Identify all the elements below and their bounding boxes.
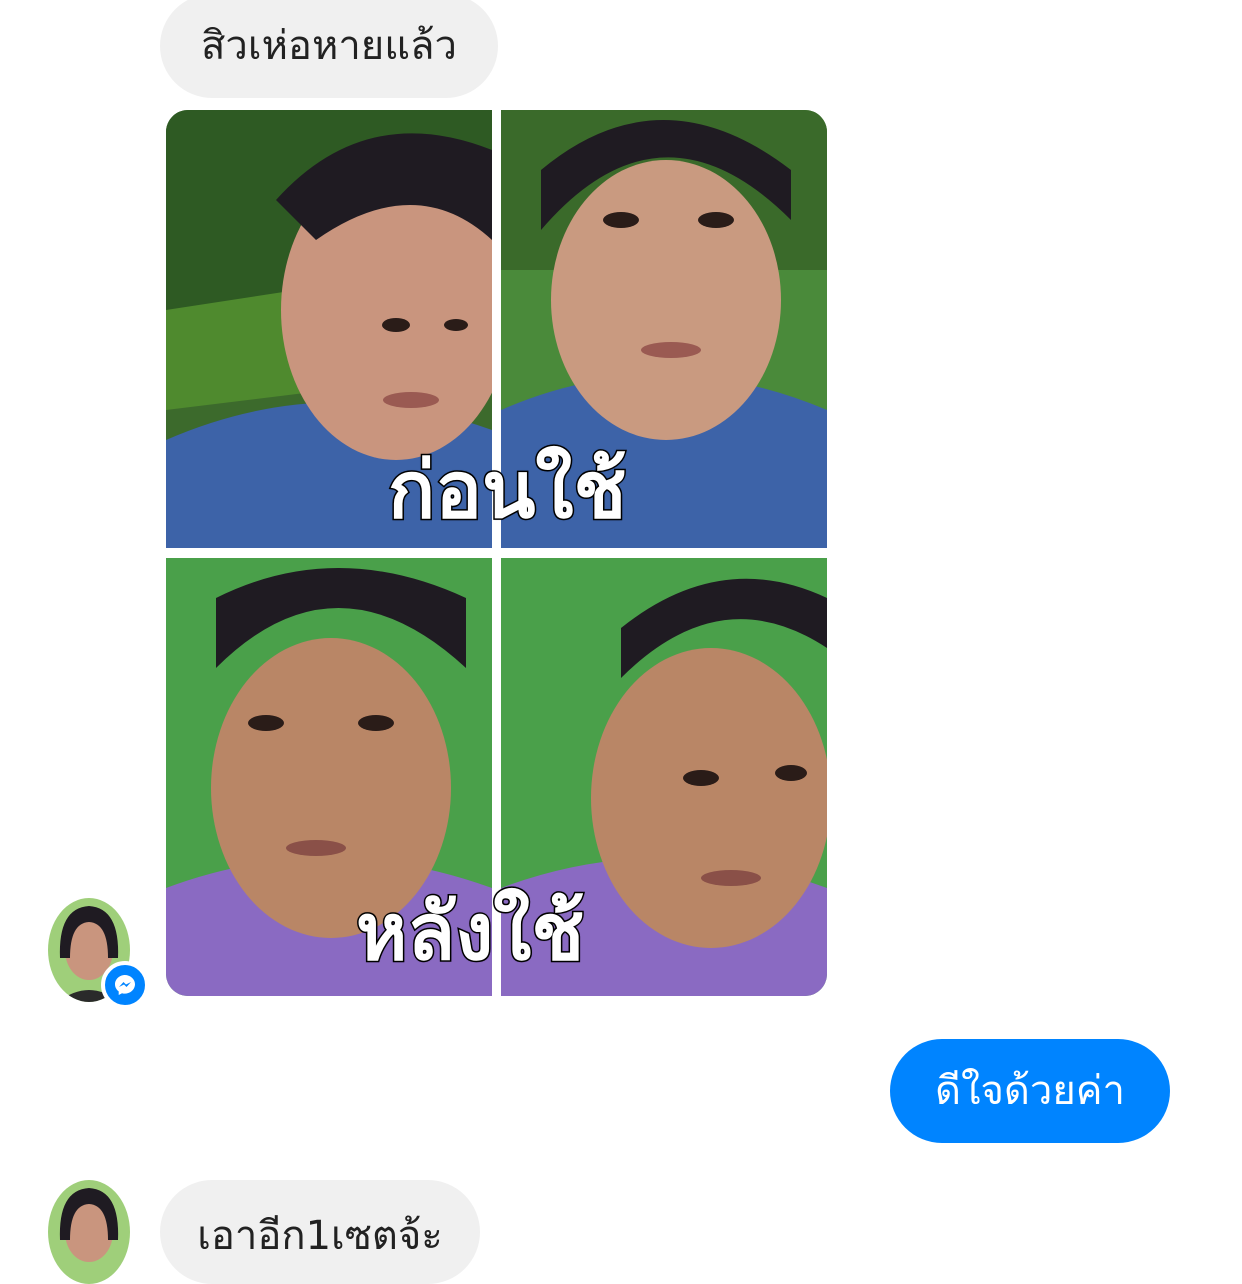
outgoing-message-bubble[interactable]: ดีใจด้วยค่า (890, 1039, 1170, 1143)
incoming-message-bubble[interactable]: เอาอีก1เซตจ้ะ (160, 1180, 480, 1284)
message-text: ดีใจด้วยค่า (934, 1068, 1126, 1114)
message-text: เอาอีก1เซตจ้ะ (197, 1213, 443, 1259)
message-text: สิวเห่อหายแล้ว (201, 23, 457, 69)
before-after-photo[interactable]: ก่อนใช้ หลังใช้ (166, 110, 828, 996)
incoming-message-bubble[interactable]: สิวเห่อหายแล้ว (160, 0, 498, 98)
messenger-icon (101, 961, 149, 1009)
sender-avatar[interactable] (48, 1180, 130, 1284)
before-label: ก่อนใช้ (386, 444, 627, 538)
after-label: หลังใช้ (354, 886, 585, 980)
